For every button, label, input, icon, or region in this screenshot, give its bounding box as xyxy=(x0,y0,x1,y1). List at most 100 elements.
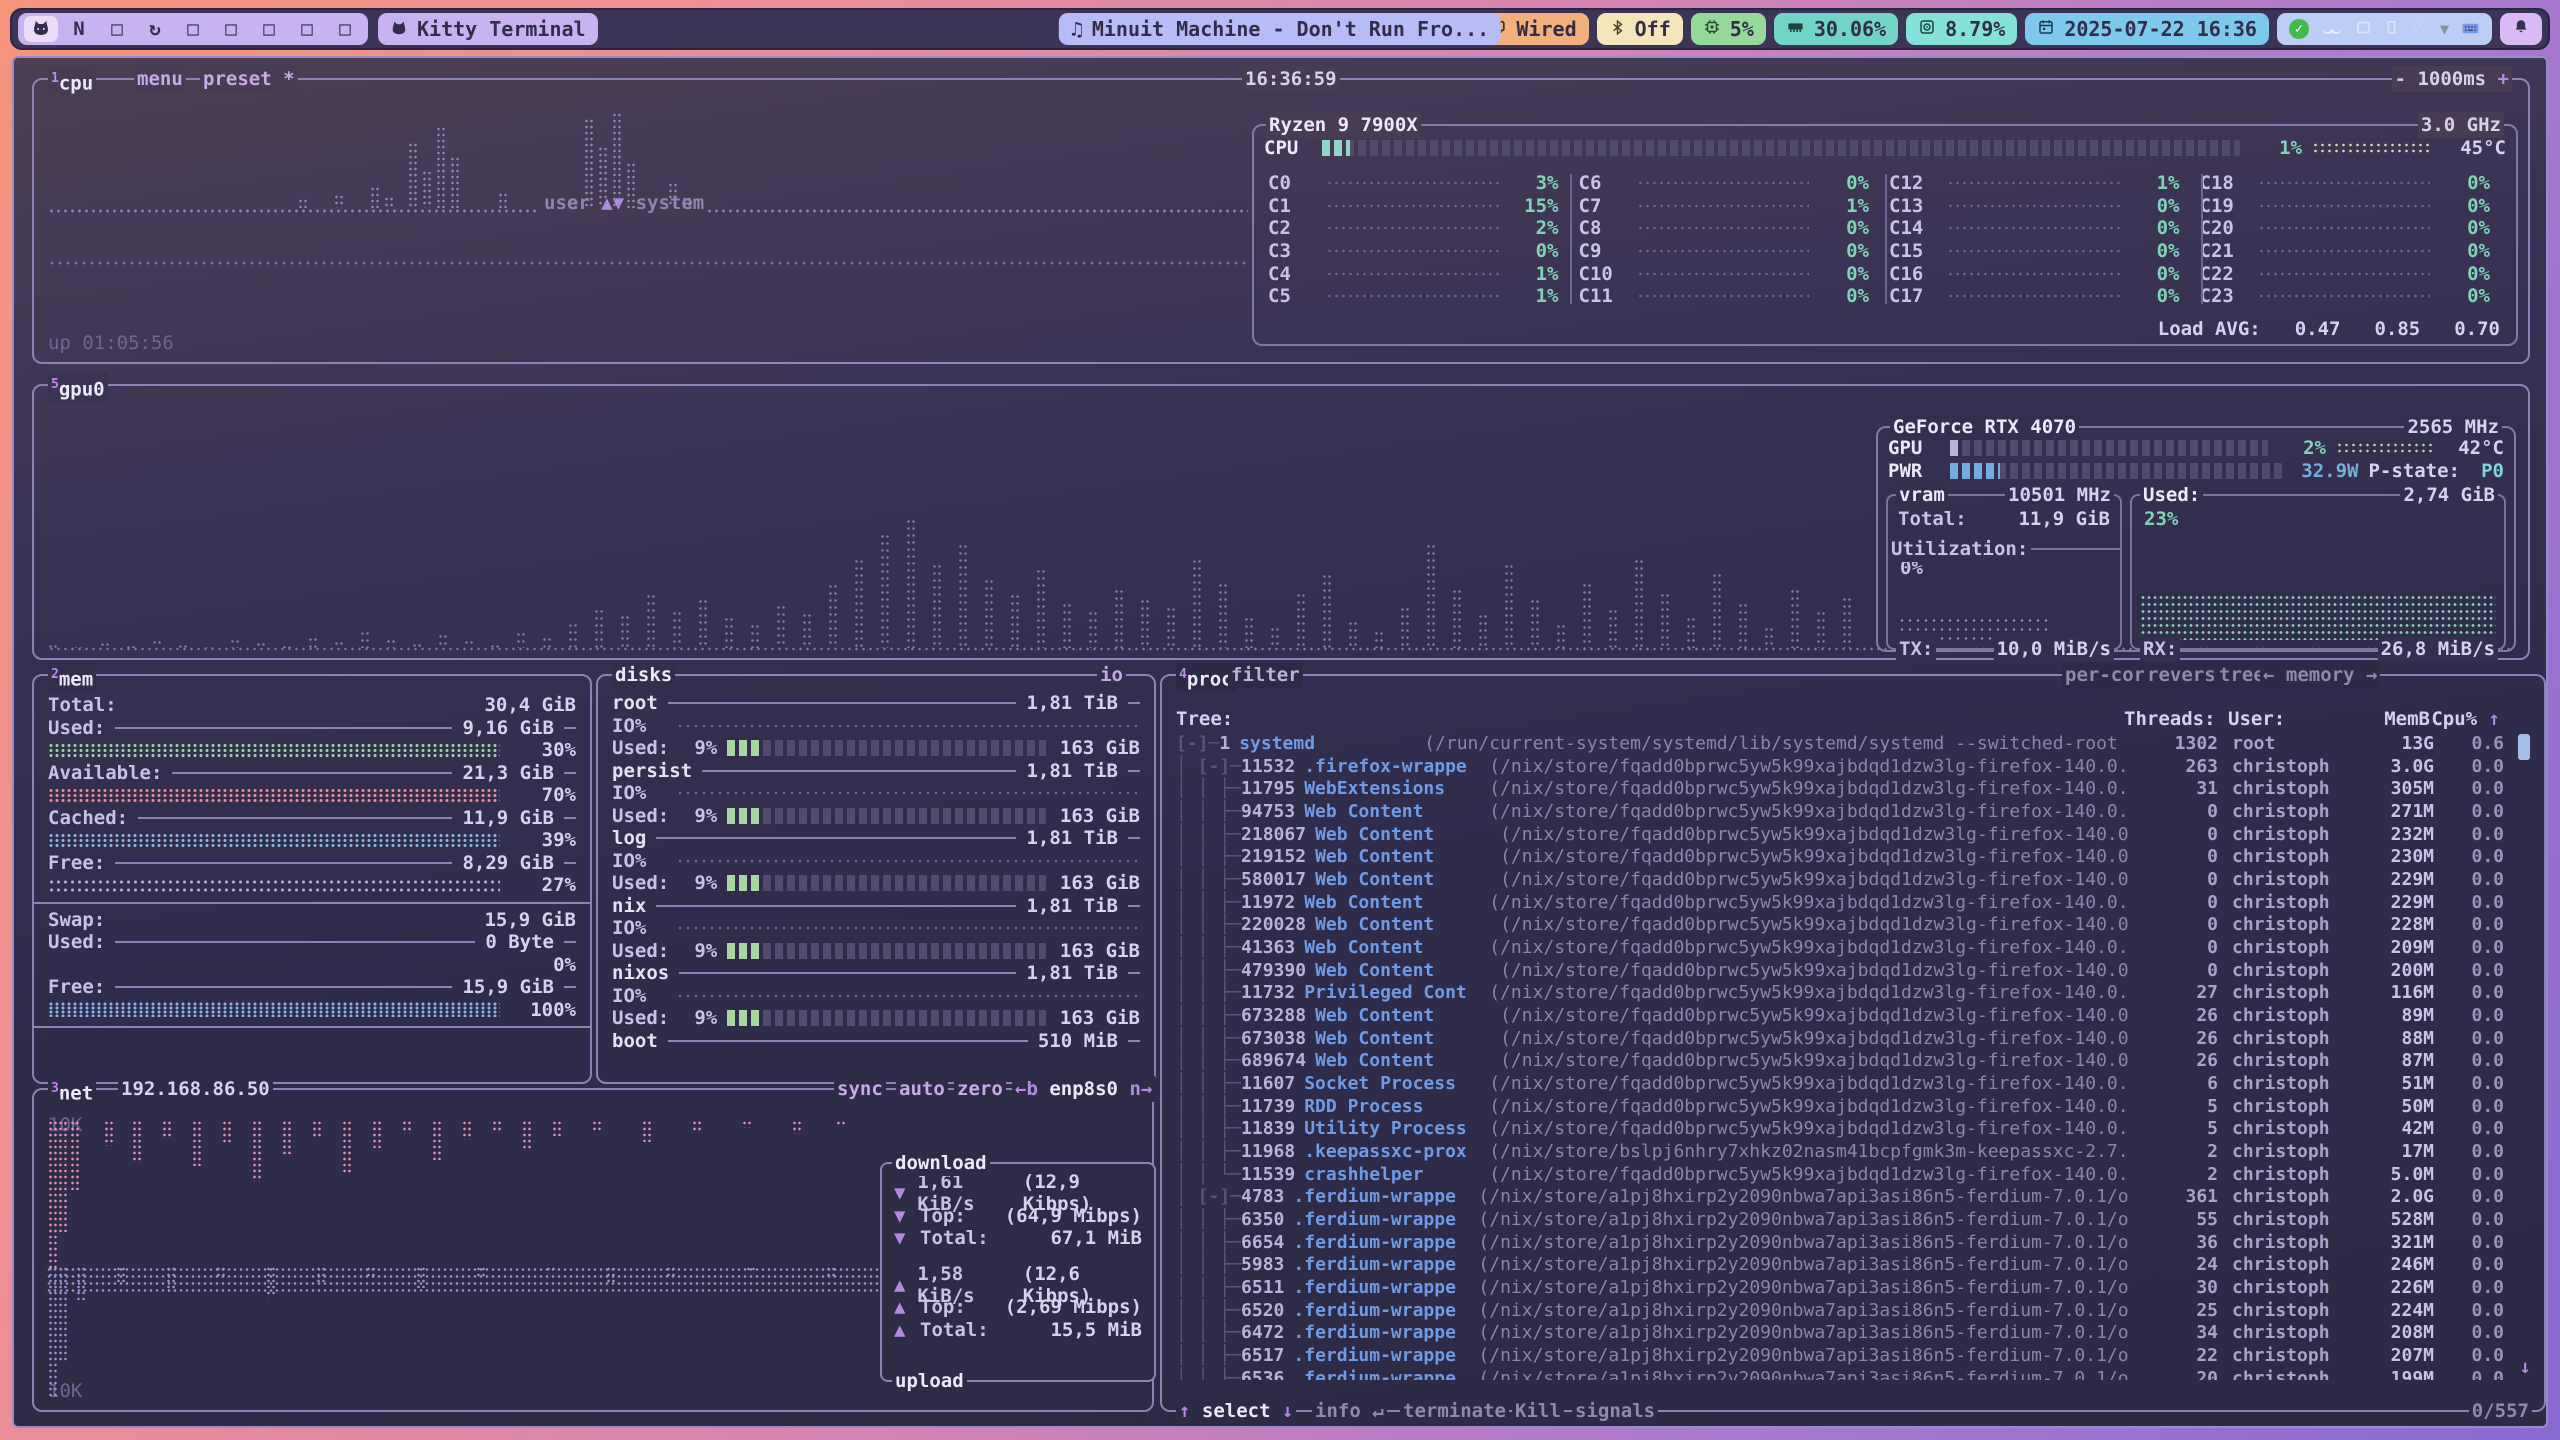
disk-name-row: log1,81 TiB xyxy=(598,827,1154,850)
signals-button[interactable]: signals xyxy=(1572,1398,1658,1424)
memory-widget[interactable]: 30.06% xyxy=(1774,13,1898,45)
process-row[interactable]: │ │ ├─ 11839Utility Process(/nix/store/f… xyxy=(1176,1117,2504,1140)
core-row: C130% xyxy=(1885,195,2196,218)
cpu-detail-panel: Ryzen 9 7900X 3.0 GHz CPU 1% 45°C C03% C… xyxy=(1252,124,2518,346)
process-row[interactable]: │ │ ├─ 6350.ferdium-wrappe(/nix/store/a1… xyxy=(1176,1208,2504,1231)
swap-used-meter: 0% xyxy=(34,954,590,977)
process-row[interactable]: │ │ ├─ 218067Web Content(/nix/store/fqad… xyxy=(1176,823,2504,846)
preset-button[interactable]: preset * xyxy=(200,66,298,92)
update-interval-control[interactable]: - 1000ms + xyxy=(2392,66,2512,92)
cpu-frequency: 3.0 GHz xyxy=(2418,112,2504,138)
workspace-9[interactable]: □ xyxy=(328,16,362,42)
disk-used-row: Used:9%163 GiB xyxy=(598,1007,1154,1030)
workspace-kitty[interactable] xyxy=(24,16,58,42)
workspace-7[interactable]: □ xyxy=(252,16,286,42)
system-tray: ✓ ▼ xyxy=(2277,13,2492,45)
scroll-down-icon[interactable]: ↓ xyxy=(2520,1356,2531,1378)
process-row[interactable]: │ │ ├─ 6511.ferdium-wrappe(/nix/store/a1… xyxy=(1176,1276,2504,1299)
bluetooth-widget[interactable]: Off xyxy=(1597,13,1683,45)
kill-button[interactable]: Kill xyxy=(1512,1398,1564,1424)
workspace-4[interactable]: ↻ xyxy=(138,16,172,42)
process-row[interactable]: │ │ ├─ 6517.ferdium-wrappe(/nix/store/a1… xyxy=(1176,1344,2504,1367)
gpu-clock: 2565 MHz xyxy=(2404,414,2502,440)
notification-widget[interactable] xyxy=(2500,13,2542,45)
process-row[interactable]: │ │ └─ 11539crashhelper(/nix/store/fqadd… xyxy=(1176,1163,2504,1186)
process-row[interactable]: │ │ ├─ 11732Privileged Cont(/nix/store/f… xyxy=(1176,981,2504,1004)
disk-used-row: Used:9%163 GiB xyxy=(598,805,1154,828)
process-row[interactable]: │ │ ├─ 479390Web Content(/nix/store/fqad… xyxy=(1176,959,2504,982)
process-row[interactable]: │ │ ├─ 6654.ferdium-wrappe(/nix/store/a1… xyxy=(1176,1231,2504,1254)
process-row[interactable]: │ │ ├─ 220028Web Content(/nix/store/fqad… xyxy=(1176,913,2504,936)
col-user[interactable]: User: xyxy=(2214,708,2346,730)
nix-icon: N xyxy=(73,18,84,40)
process-row[interactable]: │ │ ├─ 6520.ferdium-wrappe(/nix/store/a1… xyxy=(1176,1299,2504,1322)
disk-io-row: IO% xyxy=(598,850,1154,873)
window-icon[interactable] xyxy=(2355,17,2372,41)
vram-used-subpanel: Used: 2,74 GiB 23% RX: 26,8 MiB/s xyxy=(2130,494,2506,650)
rx-label: RX: xyxy=(2140,636,2180,662)
status-ok-icon[interactable]: ✓ xyxy=(2289,19,2309,39)
kitty-terminal-window: 1cpu menu preset * 16:36:59 - 1000ms + u… xyxy=(12,56,2548,1428)
disk-name-row: boot510 MiB xyxy=(598,1030,1154,1053)
disk-io-row: IO% xyxy=(598,917,1154,940)
col-threads[interactable]: Threads: xyxy=(2124,708,2214,730)
process-row[interactable]: │ │ ├─ 11607Socket Process(/nix/store/fq… xyxy=(1176,1072,2504,1095)
select-control-bottom[interactable]: ↑ select ↓ xyxy=(1176,1398,1296,1424)
col-cpu[interactable]: Cpu% ↑ xyxy=(2430,708,2500,730)
workspace-5[interactable]: □ xyxy=(176,16,210,42)
disk-widget[interactable]: 8.79% xyxy=(1906,13,2017,45)
process-row[interactable]: │ │ ├─ 11972Web Content(/nix/store/fqadd… xyxy=(1176,891,2504,914)
workspace-6[interactable]: □ xyxy=(214,16,248,42)
process-row[interactable]: │ │ ├─ 673288Web Content(/nix/store/fqad… xyxy=(1176,1004,2504,1027)
menu-button[interactable]: menu xyxy=(134,66,186,92)
process-scrollbar-thumb[interactable] xyxy=(2518,734,2530,760)
workspace-neovim[interactable]: N xyxy=(62,16,96,42)
col-memb[interactable]: MemB xyxy=(2346,708,2430,730)
mem-available-meter: 70% xyxy=(34,784,590,807)
network-box: 3net 192.168.86.50 sync auto zero ←b enp… xyxy=(32,1088,1154,1412)
keyboard-icon[interactable] xyxy=(2461,17,2480,41)
process-row[interactable]: │ │ ├─ 5983.ferdium-wrappe(/nix/store/a1… xyxy=(1176,1253,2504,1276)
media-player-widget[interactable]: ♫ Minuit Machine - Don't Run Fro... xyxy=(1059,13,1501,45)
disk-name-row: persist1,81 TiB xyxy=(598,760,1154,783)
process-row[interactable]: │ │ ├─ 219152Web Content(/nix/store/fqad… xyxy=(1176,845,2504,868)
shield-icon[interactable]: ▼ xyxy=(2440,20,2449,38)
process-row[interactable]: │ │ ├─ 689674Web Content(/nix/store/fqad… xyxy=(1176,1049,2504,1072)
core-row: C190% xyxy=(2196,195,2507,218)
down-arrow-icon: ▼ xyxy=(894,1182,911,1204)
cpu-total-meter xyxy=(1322,140,2240,156)
interface-switcher[interactable]: ←b enp8s0 n→ xyxy=(1012,1076,1155,1102)
mustache-icon[interactable] xyxy=(2321,17,2343,41)
process-row[interactable]: │ [-]─4783.ferdium-wrappe(/nix/store/a1p… xyxy=(1176,1185,2504,1208)
process-row[interactable]: │ │ ├─ 11968.keepassxc-prox(/nix/store/b… xyxy=(1176,1140,2504,1163)
process-row[interactable]: │ │ ├─ 673038Web Content(/nix/store/fqad… xyxy=(1176,1027,2504,1050)
cpu-widget[interactable]: 5% xyxy=(1691,13,1766,45)
process-row[interactable]: │ [-]─11532.firefox-wrappe(/nix/store/fq… xyxy=(1176,755,2504,778)
cpu-box: 1cpu menu preset * 16:36:59 - 1000ms + u… xyxy=(32,78,2530,364)
clock-widget[interactable]: 2025-07-22 16:36 xyxy=(2025,13,2269,45)
process-row[interactable]: │ │ ├─ 580017Web Content(/nix/store/fqad… xyxy=(1176,868,2504,891)
empty-square-icon: □ xyxy=(301,18,312,40)
zero-toggle[interactable]: zero xyxy=(954,1076,1006,1102)
network-box-title: 3net xyxy=(48,1076,96,1106)
upload-title: upload xyxy=(892,1368,967,1394)
process-row[interactable]: │ │ ├─ 11795WebExtensions(/nix/store/fqa… xyxy=(1176,777,2504,800)
sync-toggle[interactable]: sync xyxy=(834,1076,886,1102)
terminate-button[interactable]: terminate xyxy=(1400,1398,1509,1424)
process-row[interactable]: [-]─1systemd(/run/current-system/systemd… xyxy=(1176,732,2504,755)
swap-used-row: Used:0 Byte xyxy=(34,931,590,954)
process-row[interactable]: │ │ ├─ 41363Web Content(/nix/store/fqadd… xyxy=(1176,936,2504,959)
process-row[interactable]: │ │ ├─ 6472.ferdium-wrappe(/nix/store/a1… xyxy=(1176,1321,2504,1344)
io-mode-toggle[interactable]: io xyxy=(1097,662,1126,688)
info-button[interactable]: info ↵ xyxy=(1312,1398,1387,1424)
workspace-8[interactable]: □ xyxy=(290,16,324,42)
sort-column-switcher[interactable]: ← memory → xyxy=(2260,662,2380,688)
process-row[interactable]: │ │ ├─ 94753Web Content(/nix/store/fqadd… xyxy=(1176,800,2504,823)
auto-toggle[interactable]: auto xyxy=(896,1076,948,1102)
workspace-3[interactable]: □ xyxy=(100,16,134,42)
process-row[interactable]: │ │ ├─ 11739RDD Process(/nix/store/fqadd… xyxy=(1176,1095,2504,1118)
key-icon[interactable] xyxy=(2411,17,2428,41)
filter-button[interactable]: filter xyxy=(1228,662,1303,688)
process-row[interactable]: │ │ ├─ 6536.ferdium-wrappe(/nix/store/a1… xyxy=(1176,1367,2504,1380)
phone-icon[interactable] xyxy=(2384,17,2399,41)
